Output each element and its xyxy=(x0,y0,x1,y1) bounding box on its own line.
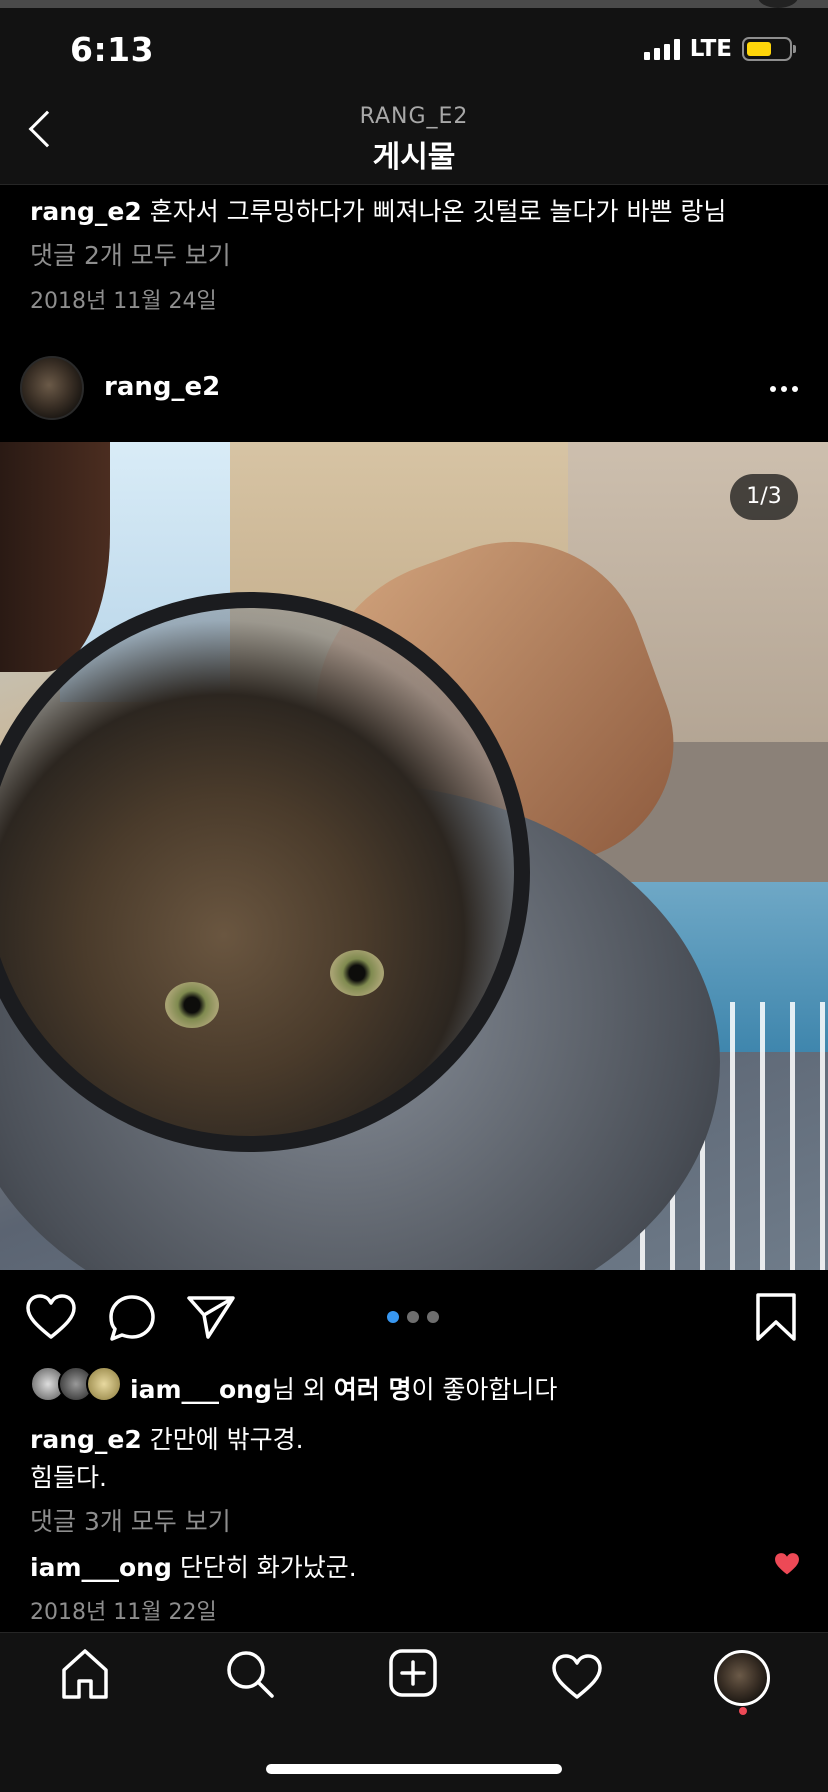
top-bar: 6:13 LTE RANG_E2 게시물 xyxy=(0,0,828,185)
caption-username[interactable]: rang_e2 xyxy=(30,1425,142,1454)
comment-like-icon[interactable] xyxy=(774,1552,800,1576)
add-icon[interactable] xyxy=(388,1648,438,1698)
prev-post-view-comments[interactable]: 댓글 2개 모두 보기 xyxy=(30,236,231,272)
post-header: rang_e2 xyxy=(0,356,828,422)
notification-dot xyxy=(739,1707,747,1715)
bookmark-icon[interactable] xyxy=(754,1292,798,1342)
likes-suffix-2: 이 좋아합니다 xyxy=(411,1375,558,1404)
signal-icon xyxy=(643,38,680,60)
post-username[interactable]: rang_e2 xyxy=(104,372,220,402)
comment-username[interactable]: iam___ong xyxy=(30,1553,172,1582)
likes-many[interactable]: 여러 명 xyxy=(334,1375,412,1404)
photo-cat-eye-left xyxy=(165,982,219,1028)
carousel-dot-2 xyxy=(407,1311,419,1323)
share-icon[interactable] xyxy=(186,1294,236,1340)
post-photo[interactable] xyxy=(0,442,828,1270)
likes-suffix: 님 외 xyxy=(271,1375,334,1404)
profile-tab-avatar[interactable] xyxy=(714,1650,770,1706)
comment-row: iam___ong 단단히 화가났군. xyxy=(30,1548,357,1584)
previous-content-peek xyxy=(0,0,828,8)
status-icons: LTE xyxy=(643,36,796,62)
header-subtitle: RANG_E2 xyxy=(359,104,469,129)
likes-text[interactable]: iam___ong님 외 여러 명이 좋아합니다 xyxy=(130,1370,557,1406)
avatar[interactable] xyxy=(20,356,84,420)
post-caption: rang_e2 간만에 밖구경. xyxy=(30,1420,304,1456)
prev-post-date: 2018년 11월 24일 xyxy=(30,289,217,314)
caption-line-2: 힘들다. xyxy=(30,1463,107,1492)
network-label: LTE xyxy=(689,36,732,62)
prev-post-caption: rang_e2 혼자서 그루밍하다가 삐져나온 깃털로 놀다가 바쁜 랑님 xyxy=(30,192,726,228)
carousel-dots xyxy=(387,1311,439,1323)
activity-icon[interactable] xyxy=(552,1654,602,1700)
more-icon[interactable] xyxy=(770,386,798,392)
comment-icon[interactable] xyxy=(108,1294,156,1342)
view-comments-link[interactable]: 댓글 3개 모두 보기 xyxy=(30,1502,231,1538)
likes-user[interactable]: iam___ong xyxy=(130,1375,272,1404)
prev-post-caption-text: 혼자서 그루밍하다가 삐져나온 깃털로 놀다가 바쁜 랑님 xyxy=(149,197,727,226)
comment-text: 단단히 화가났군. xyxy=(179,1553,357,1582)
carousel-dot-3 xyxy=(427,1311,439,1323)
heart-icon[interactable] xyxy=(26,1294,76,1340)
liker-avatars[interactable] xyxy=(30,1366,122,1402)
prev-post-username[interactable]: rang_e2 xyxy=(30,197,142,226)
status-time: 6:13 xyxy=(70,30,155,69)
caption-line-1: 간만에 밖구경. xyxy=(149,1425,304,1454)
page-title: 게시물 xyxy=(372,140,456,175)
search-icon[interactable] xyxy=(224,1648,276,1700)
post-date: 2018년 11월 22일 xyxy=(30,1600,217,1625)
photo-cat-eye-right xyxy=(330,950,384,996)
carousel-counter: 1/3 xyxy=(730,474,798,520)
carousel-dot-1 xyxy=(387,1311,399,1323)
home-icon[interactable] xyxy=(60,1648,110,1700)
home-indicator[interactable] xyxy=(266,1764,562,1774)
battery-icon xyxy=(742,37,796,61)
